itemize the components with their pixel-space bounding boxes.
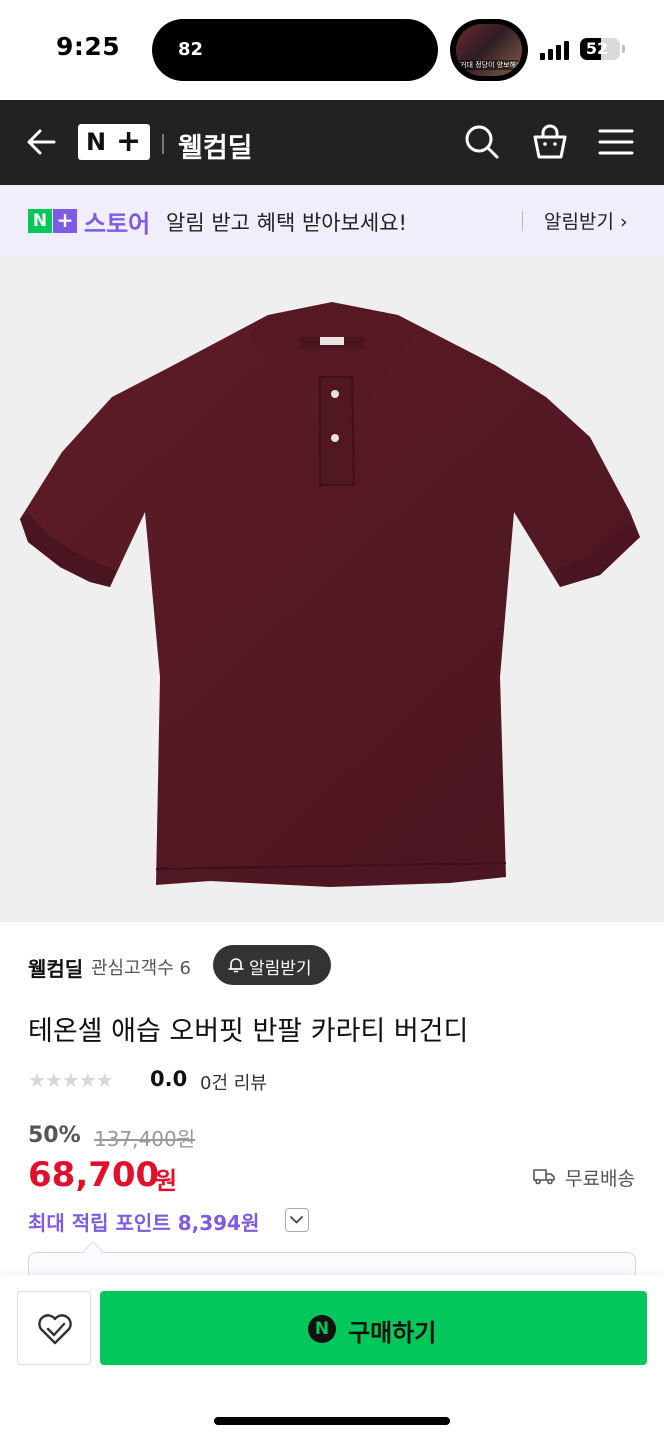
app-header: N + 웰컴딜	[0, 100, 664, 185]
status-time: 9:25	[56, 32, 121, 61]
max-points: 최대 적립 포인트 8,394원	[28, 1211, 260, 1235]
thumbnail-caption: 거대 정당이 양보해라...	[460, 60, 518, 70]
rating-score: 0.0	[150, 1067, 188, 1091]
delivery-truck-icon	[533, 1169, 555, 1185]
live-activity-thumbnail[interactable]: 거대 정당이 양보해라...	[450, 19, 528, 81]
search-icon	[465, 125, 499, 159]
sale-price: 68,700	[28, 1155, 160, 1195]
buy-button-label: 구매하기	[348, 1319, 437, 1347]
points-expand-button[interactable]	[285, 1208, 309, 1232]
polo-shirt-image	[20, 302, 640, 887]
cart-button[interactable]	[530, 122, 570, 162]
buy-button[interactable]: N 구매하기	[100, 1291, 647, 1365]
dynamic-island[interactable]: 82	[152, 19, 438, 81]
banner-message: 알림 받고 혜택 받아보세요!	[166, 211, 407, 235]
menu-button[interactable]	[596, 122, 636, 162]
island-activity-text: 82	[178, 39, 204, 60]
status-bar: 9:25 82 거대 정당이 양보해라... 52	[0, 0, 664, 100]
original-price: 137,400원	[94, 1127, 196, 1151]
price-unit: 원	[155, 1167, 178, 1195]
shopping-bag-icon	[533, 124, 567, 159]
discount-rate: 50%	[28, 1123, 81, 1148]
logo-divider	[162, 134, 164, 154]
badge-n: N	[28, 209, 52, 233]
heart-check-icon	[38, 1314, 72, 1345]
hamburger-menu-icon	[598, 129, 634, 155]
purchase-bar: N 구매하기	[0, 1275, 664, 1440]
naver-pay-n-icon: N	[308, 1315, 336, 1343]
store-title[interactable]: 웰컴딜	[178, 126, 253, 165]
logo-n: N	[86, 128, 107, 156]
seller-fan-count: 관심고객수 6	[91, 958, 191, 979]
seller-alarm-button[interactable]: 알림받기	[213, 945, 331, 985]
battery-level: 52	[585, 39, 609, 58]
search-button[interactable]	[462, 122, 502, 162]
rating-stars: ★★★★★	[28, 1068, 114, 1092]
wishlist-button[interactable]	[17, 1291, 91, 1365]
battery-icon: 52	[580, 38, 620, 60]
logo-plus: +	[116, 124, 142, 159]
cellular-signal-icon	[540, 40, 572, 60]
badge-plus: +	[53, 209, 77, 233]
bell-plus-icon	[228, 958, 244, 973]
back-button[interactable]	[22, 122, 62, 162]
store-alarm-banner: N + 스토어 알림 받고 혜택 받아보세요! 알림받기 ›	[0, 185, 664, 257]
battery-tip	[622, 45, 625, 53]
product-title: 테온셀 애습 오버핏 반팔 카라티 버건디	[28, 1016, 469, 1047]
chevron-down-icon	[290, 1216, 303, 1224]
naver-plus-logo[interactable]: N +	[78, 124, 150, 160]
naver-plus-store-badge: N +	[28, 209, 77, 233]
banner-divider	[522, 211, 523, 231]
home-indicator[interactable]	[214, 1417, 450, 1425]
store-label: 스토어	[84, 210, 151, 238]
video-thumbnail: 거대 정당이 양보해라...	[456, 24, 522, 76]
banner-alarm-link[interactable]: 알림받기 ›	[544, 207, 628, 234]
free-shipping-label: 무료배송	[565, 1168, 635, 1190]
seller-alarm-label: 알림받기	[249, 959, 312, 979]
product-image[interactable]	[0, 257, 664, 922]
arrow-left-icon	[27, 129, 56, 155]
review-count-link[interactable]: 0건 리뷰	[200, 1069, 267, 1095]
seller-name[interactable]: 웰컴딜	[28, 953, 83, 982]
